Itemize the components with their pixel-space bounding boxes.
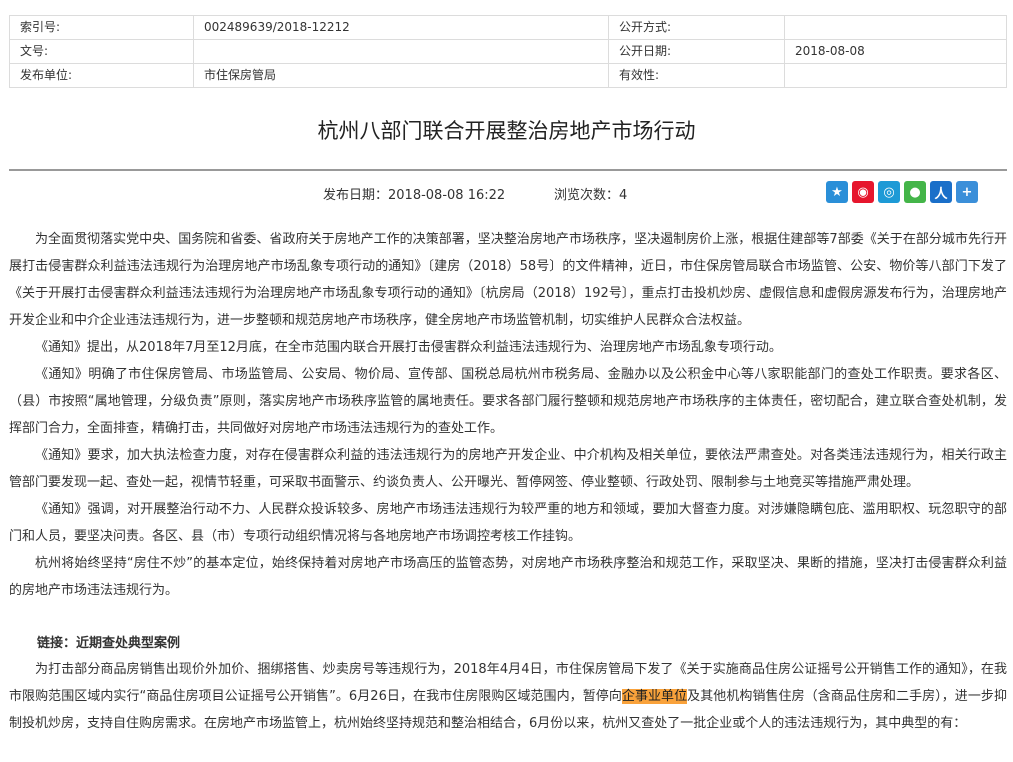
public-date-label: 公开日期: [608, 39, 785, 64]
share-bar: ★ ◉ ◎ ● 人 + [826, 181, 978, 203]
weibo-icon[interactable]: ◉ [852, 181, 874, 203]
paragraph: 为打击部分商品房销售出现价外加价、捆绑搭售、炒卖房号等违规行为，2018年4月4… [9, 656, 1007, 737]
paragraph: 《通知》要求，加大执法检查力度，对存在侵害群众利益的违法违规行为的房地产开发企业… [9, 448, 1007, 490]
index-value: 002489639/2018-12212 [193, 15, 609, 40]
search-highlight: 企事业单位 [621, 689, 688, 704]
title-divider [9, 169, 1007, 171]
validity-label: 有效性: [608, 63, 785, 88]
paragraph: 《通知》强调，对开展整治行动不力、人民群众投诉较多、房地产市场违法违规行为较严重… [9, 502, 1007, 544]
case-section: 为打击部分商品房销售出现价外加价、捆绑搭售、炒卖房号等违规行为，2018年4月4… [9, 656, 1007, 737]
wechat-icon[interactable]: ● [904, 181, 926, 203]
renren-icon[interactable]: 人 [930, 181, 952, 203]
paragraph: 《通知》明确了市住保房管局、市场监管局、公安局、物价局、宣传部、国税总局杭州市税… [9, 367, 1007, 436]
doc-no-label: 文号: [9, 39, 194, 64]
publish-date-label: 发布日期： [323, 188, 389, 203]
page-title: 杭州八部门联合开展整治房地产市场行动 [317, 119, 696, 143]
metadata-row: 文号: 公开日期: 2018-08-08 [9, 39, 1007, 64]
publish-date: 发布日期：2018-08-08 16:22 [323, 184, 505, 203]
metadata-table: 索引号: 002489639/2018-12212 公开方式: 文号: 公开日期… [9, 15, 1007, 88]
tencent-weibo-icon[interactable]: ◎ [878, 181, 900, 203]
view-count: 浏览次数：4 [554, 184, 627, 203]
article-body: 为全面贯彻落实党中央、国务院和省委、省政府关于房地产工作的决策部署，坚决整治房地… [9, 226, 1007, 604]
paragraph: 《通知》提出，从2018年7月至12月底，在全市范围内联合开展打击侵害群众利益违… [35, 340, 782, 355]
link-heading: 链接：近期查处典型案例 [37, 636, 181, 651]
view-count-label: 浏览次数： [554, 188, 620, 203]
public-way-label: 公开方式: [608, 15, 785, 40]
paragraph: 为全面贯彻落实党中央、国务院和省委、省政府关于房地产工作的决策部署，坚决整治房地… [9, 232, 1007, 328]
metadata-row: 发布单位: 市住保房管局 有效性: [9, 63, 1007, 88]
publisher-value: 市住保房管局 [193, 63, 609, 88]
validity-value [784, 63, 1007, 88]
doc-no-value [193, 39, 609, 64]
view-count-value: 4 [619, 188, 628, 203]
publisher-label: 发布单位: [9, 63, 194, 88]
more-share-icon[interactable]: + [956, 181, 978, 203]
public-date-value: 2018-08-08 [784, 39, 1007, 64]
metadata-row: 索引号: 002489639/2018-12212 公开方式: [9, 15, 1007, 40]
paragraph: 杭州将始终坚持“房住不炒”的基本定位，始终保持着对房地产市场高压的监管态势，对房… [9, 556, 1007, 598]
publish-date-value: 2018-08-08 16:22 [388, 188, 506, 203]
index-label: 索引号: [9, 15, 194, 40]
qzone-icon[interactable]: ★ [826, 181, 848, 203]
public-way-value [784, 15, 1007, 40]
